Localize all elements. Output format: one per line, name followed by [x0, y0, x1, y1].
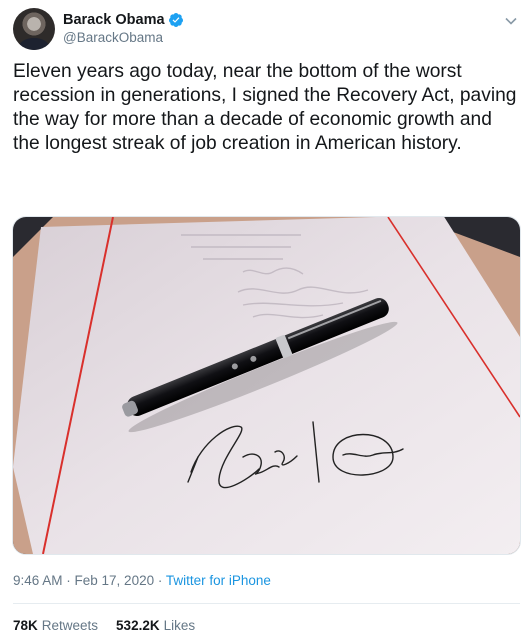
tweet-source-link[interactable]: Twitter for iPhone	[166, 573, 271, 588]
likes-label: Likes	[163, 618, 196, 633]
user-handle[interactable]: @BarackObama	[63, 29, 184, 47]
tweet-media-photo[interactable]	[12, 216, 521, 555]
verified-badge-icon	[168, 12, 184, 28]
avatar[interactable]	[13, 8, 55, 50]
tweet-card: Barack Obama @BarackObama Eleven years a…	[0, 0, 532, 640]
retweets-label: Retweets	[41, 618, 99, 633]
tweet-header: Barack Obama @BarackObama	[13, 7, 184, 51]
tweet-meta: 9:46 AM · Feb 17, 2020 · Twitter for iPh…	[13, 572, 271, 590]
retweets-stat[interactable]: 78K Retweets	[13, 617, 98, 635]
author-block: Barack Obama @BarackObama	[63, 11, 184, 47]
tweet-text: Eleven years ago today, near the bottom …	[13, 61, 517, 154]
name-row: Barack Obama	[63, 11, 184, 29]
likes-stat[interactable]: 532.2K Likes	[116, 617, 195, 635]
retweets-count: 78K	[13, 618, 38, 633]
chevron-down-icon[interactable]	[504, 14, 518, 28]
display-name[interactable]: Barack Obama	[63, 11, 165, 29]
photo-pen-signature	[13, 217, 520, 554]
tweet-timestamp[interactable]: 9:46 AM · Feb 17, 2020 ·	[13, 573, 166, 588]
tweet-stats: 78K Retweets 532.2K Likes	[13, 617, 213, 635]
divider	[13, 603, 520, 604]
likes-count: 532.2K	[116, 618, 160, 633]
